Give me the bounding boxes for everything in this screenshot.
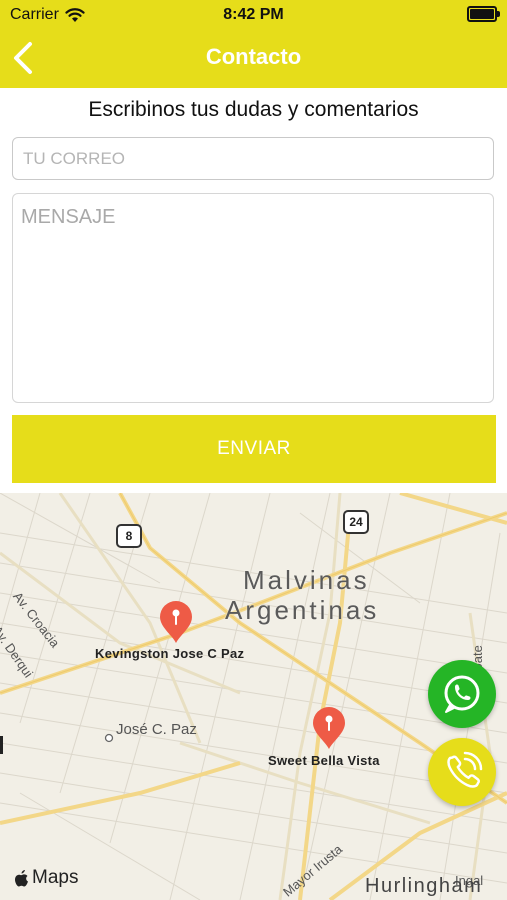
pin-label-sweet-bella-vista: Sweet Bella Vista <box>268 753 380 768</box>
map-pin-icon <box>160 601 192 643</box>
call-button[interactable] <box>428 738 496 806</box>
route-8-shield: 8 <box>116 524 142 548</box>
status-bar: Carrier 8:42 PM <box>0 0 507 30</box>
town-label-hurlingham: Hurlingham <box>365 875 483 897</box>
send-button[interactable]: ENVIAR <box>12 415 496 483</box>
page-title: Contacto <box>205 44 302 69</box>
email-field[interactable] <box>12 137 494 180</box>
phone-icon <box>447 751 483 788</box>
map-pin-icon <box>313 707 345 749</box>
map-pin-sweet-bella-vista[interactable] <box>311 705 347 751</box>
status-time: 8:42 PM <box>223 6 284 23</box>
city-label-malvinas: Malvinas <box>243 565 370 595</box>
pin-label-kevingston: Kevingston Jose C Paz <box>95 646 245 661</box>
map-pin-kevingston[interactable] <box>158 599 194 645</box>
map-view[interactable]: 8 24 Malvinas Argentinas Av. Croacia Av.… <box>0 493 507 900</box>
route-24-shield: 24 <box>343 510 369 534</box>
town-label-jose-c-paz: José C. Paz <box>116 721 197 738</box>
battery-icon <box>467 6 500 22</box>
whatsapp-button[interactable] <box>428 660 496 728</box>
maps-attribution-label: Maps <box>32 867 79 888</box>
form-heading: Escribinos tus dudas y comentarios <box>88 98 419 121</box>
maps-attribution: Maps <box>14 867 78 889</box>
nav-bar: Contacto <box>0 30 507 88</box>
whatsapp-icon <box>444 675 480 713</box>
message-field[interactable] <box>12 193 494 403</box>
city-label-argentinas: Argentinas <box>225 595 380 625</box>
apple-logo-icon <box>15 869 28 886</box>
